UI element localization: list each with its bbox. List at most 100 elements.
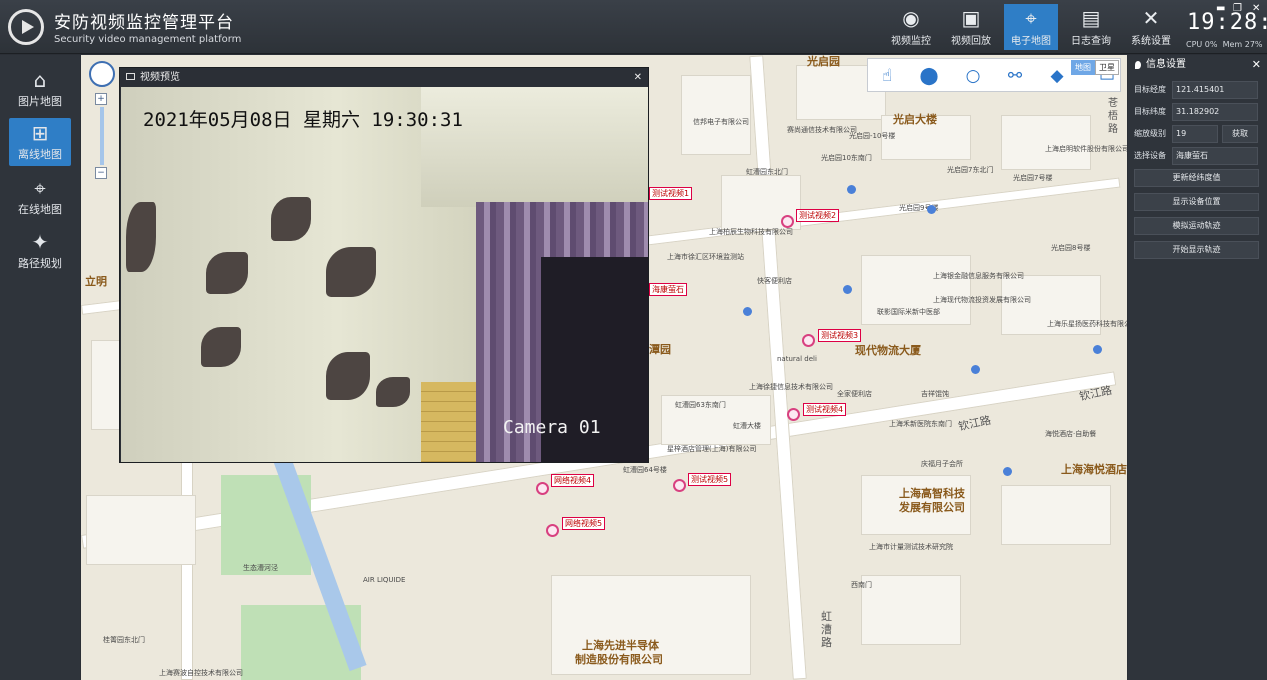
- panel-header: 信息设置 ✕: [1128, 55, 1267, 75]
- wall-flower-decal: [326, 247, 376, 297]
- close-icon[interactable]: ✕: [634, 68, 642, 87]
- map-pan-control[interactable]: [89, 61, 115, 87]
- road-name: 虹漕路: [821, 610, 832, 649]
- map-poi: 联影国际米新中医部: [877, 308, 940, 316]
- tools-icon: ✕: [1142, 6, 1160, 30]
- device-select[interactable]: 海康萤石: [1172, 147, 1258, 165]
- camera-marker-icon[interactable]: [546, 524, 559, 537]
- zoom-in-button[interactable]: +: [95, 93, 107, 105]
- sidebar-item-online-map[interactable]: ⌖ 在线地图: [9, 173, 71, 221]
- map-poi: 光启园7号楼: [1013, 174, 1053, 182]
- polyline-draw-icon[interactable]: ⚯: [1002, 64, 1028, 88]
- zoom-slider[interactable]: [100, 107, 104, 165]
- field-label: 选择设备: [1134, 151, 1166, 160]
- map-icon: ⌖: [1025, 6, 1037, 30]
- camera-marker-icon[interactable]: [536, 482, 549, 495]
- parking-icon: [843, 285, 852, 294]
- video-preview-window[interactable]: 视频预览 ✕ 2021年05月08日 星期六 19:30:31 Camera 0…: [119, 67, 649, 463]
- map-block: [681, 75, 751, 155]
- close-icon[interactable]: ✕: [1252, 3, 1260, 14]
- map-poi: 光启园8号楼: [1051, 244, 1091, 252]
- offline-map-icon: ⊞: [31, 121, 49, 145]
- video-feed[interactable]: 2021年05月08日 星期六 19:30:31 Camera 01: [121, 87, 648, 462]
- update-coordinates-button[interactable]: 更新经纬度值: [1134, 169, 1259, 187]
- wall-flower-decal: [376, 377, 410, 407]
- map-label: 上海海悦酒店: [1061, 463, 1127, 476]
- map-poi: 星梓酒店管理(上海)有限公司: [667, 445, 757, 453]
- map-poi: 虹漕大楼: [733, 422, 761, 430]
- point-marker-icon[interactable]: ⬤: [916, 64, 942, 88]
- camera-marker-icon[interactable]: [787, 408, 800, 421]
- nav-e-map[interactable]: ⌖ 电子地图: [1004, 4, 1058, 50]
- camera-marker-icon[interactable]: [781, 215, 794, 228]
- map-type-switch: 地图 卫星: [1071, 60, 1119, 75]
- minimize-icon[interactable]: ▬: [1216, 3, 1225, 14]
- map-poi: 上海赛波自控技术有限公司: [159, 669, 243, 677]
- nav-system-settings[interactable]: ✕ 系统设置: [1124, 4, 1178, 50]
- camera-marker-icon[interactable]: [802, 334, 815, 347]
- restore-icon[interactable]: ❐: [1233, 3, 1242, 14]
- app-window: 安防视频监控管理平台 Security video management pla…: [0, 0, 1267, 680]
- zoom-out-button[interactable]: −: [95, 167, 107, 179]
- nav-video-playback[interactable]: ▣ 视频回放: [944, 4, 998, 50]
- wall-flower-decal: [201, 327, 241, 367]
- map-poi: 上海银金融信息服务有限公司: [933, 272, 1024, 280]
- map-poi: 吉祥馄饨: [921, 390, 949, 398]
- info-settings-panel: 信息设置 ✕ 目标经度 121.415401 目标纬度 31.182902 缩放…: [1128, 55, 1267, 680]
- map-label: 发展有限公司: [899, 501, 965, 514]
- field-label: 目标经度: [1134, 85, 1166, 94]
- sidebar-item-label: 离线地图: [18, 148, 62, 161]
- device-marker-label[interactable]: 海康萤石: [649, 283, 687, 296]
- map-poi: 信邦电子有限公司: [693, 118, 749, 126]
- wall-flower-decal: [126, 202, 156, 272]
- sidebar-item-label: 在线地图: [18, 203, 62, 216]
- map-type-satellite[interactable]: 卫星: [1095, 60, 1119, 75]
- map-type-map[interactable]: 地图: [1071, 60, 1095, 75]
- camera-marker-icon[interactable]: [673, 479, 686, 492]
- online-map-icon: ⌖: [34, 176, 46, 200]
- device-marker-label[interactable]: 测试视频3: [818, 329, 862, 342]
- film-icon: ▣: [961, 6, 981, 30]
- nav-log-query[interactable]: ▤ 日志查询: [1064, 4, 1118, 50]
- road-hongcao: [749, 55, 807, 680]
- road-name: 苍梧路: [1108, 98, 1118, 135]
- start-display-trajectory-button[interactable]: 开始显示轨迹: [1134, 241, 1259, 259]
- app-subtitle: Security video management platform: [54, 34, 242, 45]
- sidebar-item-offline-map[interactable]: ⊞ 离线地图: [9, 118, 71, 166]
- longitude-input[interactable]: 121.415401: [1172, 81, 1258, 99]
- fetch-button[interactable]: 获取: [1222, 125, 1258, 143]
- device-marker-label[interactable]: 测试视频4: [803, 403, 847, 416]
- video-timestamp: 2021年05月08日 星期六 19:30:31: [143, 109, 463, 131]
- sidebar-item-image-map[interactable]: ⌂ 图片地图: [9, 65, 71, 113]
- nav-video-monitor[interactable]: ◉ 视频监控: [884, 4, 938, 50]
- show-device-position-button[interactable]: 显示设备位置: [1134, 193, 1259, 211]
- mem-usage: Mem 27%: [1222, 40, 1263, 49]
- map-poi: 桂箐园东北门: [103, 636, 145, 644]
- map-poi: 快客便利店: [757, 277, 792, 285]
- map-poi: 上海启明软件股份有限公司: [1045, 145, 1127, 153]
- close-icon[interactable]: ✕: [1252, 55, 1261, 75]
- sidebar-item-route-planning[interactable]: ✦ 路径规划: [9, 227, 71, 275]
- latitude-input[interactable]: 31.182902: [1172, 103, 1258, 121]
- device-marker-label[interactable]: 测试视频5: [688, 473, 732, 486]
- polygon-draw-icon[interactable]: ◆: [1044, 64, 1070, 88]
- sidebar-item-label: 图片地图: [18, 95, 62, 108]
- device-marker-label[interactable]: 测试视频2: [796, 209, 840, 222]
- device-marker-label[interactable]: 测试视频1: [649, 187, 693, 200]
- route-icon: ✦: [31, 230, 49, 254]
- map-poi: 光启园7东北门: [947, 166, 994, 174]
- parking-icon: [1003, 467, 1012, 476]
- map-block: [1001, 485, 1111, 545]
- zoom-level-input[interactable]: 19: [1172, 125, 1218, 143]
- device-marker-label[interactable]: 网络视频5: [562, 517, 606, 530]
- map-poi: 庆福月子会所: [921, 460, 963, 468]
- device-marker-label[interactable]: 网络视频4: [551, 474, 595, 487]
- camera-icon: ◉: [902, 6, 920, 30]
- circle-draw-icon[interactable]: ○: [960, 64, 986, 88]
- map-block: [86, 495, 196, 565]
- simulate-trajectory-button[interactable]: 模拟运动轨迹: [1134, 217, 1259, 235]
- map-poi: 上海柏辰生物科技有限公司: [709, 228, 793, 236]
- hand-pan-icon[interactable]: ☝: [874, 64, 900, 88]
- video-preview-header[interactable]: 视频预览 ✕: [120, 68, 648, 87]
- nav-label: 视频监控: [891, 36, 931, 47]
